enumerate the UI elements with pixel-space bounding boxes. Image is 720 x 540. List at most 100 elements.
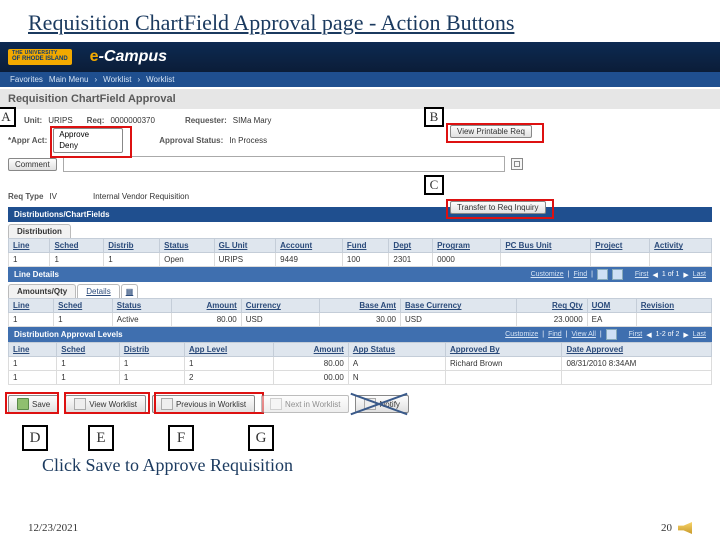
view-printable-button[interactable]: View Printable Req: [450, 125, 532, 138]
next-label: Next in Worklist: [285, 400, 340, 409]
col[interactable]: Distrib: [104, 239, 160, 253]
cell: 1: [54, 313, 113, 327]
ecampus-logo: e-Campus: [90, 48, 167, 66]
requester-label: Requester:: [185, 116, 227, 125]
col[interactable]: Base Currency: [401, 299, 517, 313]
tab-details[interactable]: Details: [77, 284, 119, 298]
tab-expand-icon[interactable]: ▦: [121, 284, 139, 298]
appr-bar-title: Distribution Approval Levels: [14, 330, 123, 339]
col[interactable]: Line: [9, 239, 50, 253]
first-link[interactable]: First: [635, 271, 649, 278]
expand-icon[interactable]: [511, 158, 523, 170]
redbox-e: [64, 392, 150, 414]
status-label: Approval Status:: [159, 136, 223, 145]
callout-c: C: [424, 175, 444, 195]
cell: 0000: [433, 253, 501, 267]
dist-tabs: Distribution: [8, 224, 712, 238]
col[interactable]: Fund: [342, 239, 389, 253]
cell: 1: [184, 357, 274, 371]
table-row: 111OpenURIPS944910023010000: [9, 253, 712, 267]
cell: 2301: [389, 253, 433, 267]
comment-button[interactable]: Comment: [8, 158, 57, 171]
col[interactable]: Distrib: [119, 343, 184, 357]
last-link[interactable]: Last: [693, 331, 706, 338]
cell: 1: [50, 253, 104, 267]
chevron-right-icon: ›: [137, 75, 140, 84]
col[interactable]: GL Unit: [214, 239, 275, 253]
col[interactable]: Currency: [241, 299, 319, 313]
col[interactable]: Revision: [636, 299, 711, 313]
cell: [562, 371, 712, 385]
col[interactable]: Program: [433, 239, 501, 253]
col[interactable]: Sched: [54, 299, 113, 313]
callout-d: D: [22, 425, 48, 451]
customize-link[interactable]: Customize: [505, 331, 538, 338]
col[interactable]: Sched: [50, 239, 104, 253]
cell: [591, 253, 650, 267]
col[interactable]: Amount: [274, 343, 348, 357]
col[interactable]: Line: [9, 343, 57, 357]
cell: 9449: [276, 253, 343, 267]
col[interactable]: UOM: [587, 299, 636, 313]
customize-link[interactable]: Customize: [531, 271, 564, 278]
first-link[interactable]: First: [629, 331, 643, 338]
col[interactable]: Dept: [389, 239, 433, 253]
cell: Richard Brown: [445, 357, 562, 371]
cell: 23.0000: [517, 313, 587, 327]
viewall-link[interactable]: View All: [572, 331, 596, 338]
col[interactable]: Amount: [172, 299, 242, 313]
content-area: A Unit: URIPS Req: 0000000370 Requester:…: [0, 109, 720, 389]
last-link[interactable]: Last: [693, 271, 706, 278]
col[interactable]: Sched: [57, 343, 120, 357]
find-link[interactable]: Find: [548, 331, 562, 338]
col[interactable]: Req Qty: [517, 299, 587, 313]
unit-label: Unit:: [24, 116, 42, 125]
next-icon: [270, 398, 282, 410]
download-icon[interactable]: [612, 269, 623, 280]
col[interactable]: Base Amt: [320, 299, 401, 313]
col[interactable]: App Level: [184, 343, 274, 357]
col[interactable]: Line: [9, 299, 54, 313]
cell: 1: [9, 313, 54, 327]
col[interactable]: PC Bus Unit: [501, 239, 591, 253]
reqtype-code: IV: [49, 192, 57, 201]
col[interactable]: Date Approved: [562, 343, 712, 357]
cell: 1: [9, 357, 57, 371]
transfer-button[interactable]: Transfer to Req Inquiry: [450, 201, 546, 214]
cell: 1: [104, 253, 160, 267]
col[interactable]: Status: [112, 299, 171, 313]
uri-logo-bottom: OF RHODE ISLAND: [12, 56, 68, 63]
line-bar-title: Line Details: [14, 270, 59, 279]
table-row: 11Active80.00USD30.00USD23.0000EA: [9, 313, 712, 327]
line-bar: Line Details Customize | Find | First ◀ …: [8, 267, 712, 282]
dist-tab[interactable]: Distribution: [8, 224, 71, 238]
line-table: LineSchedStatusAmountCurrencyBase AmtBas…: [8, 298, 712, 327]
cell: 1: [57, 371, 120, 385]
line-tabs: Amounts/Qty Details ▦: [8, 284, 712, 298]
comment-box[interactable]: [63, 156, 505, 172]
col[interactable]: Status: [160, 239, 214, 253]
cell: 00.00: [274, 371, 348, 385]
download-icon[interactable]: [606, 329, 617, 340]
fav-link[interactable]: Favorites: [10, 75, 43, 84]
worklist-link[interactable]: Worklist: [103, 75, 131, 84]
grid-icon[interactable]: [597, 269, 608, 280]
find-link[interactable]: Find: [574, 271, 588, 278]
col[interactable]: Approved By: [445, 343, 562, 357]
col[interactable]: Activity: [650, 239, 712, 253]
cell: 1: [9, 253, 50, 267]
col[interactable]: Project: [591, 239, 650, 253]
slide-footer: 12/23/2021 20: [0, 522, 720, 534]
cell: 100: [342, 253, 389, 267]
cell: 30.00: [320, 313, 401, 327]
main-menu-link[interactable]: Main Menu: [49, 75, 89, 84]
worklist-link-2[interactable]: Worklist: [146, 75, 174, 84]
cell: N: [348, 371, 445, 385]
dist-table: LineSchedDistribStatusGL UnitAccountFund…: [8, 238, 712, 267]
cell: 1: [9, 371, 57, 385]
col[interactable]: App Status: [348, 343, 445, 357]
cell: 1: [119, 357, 184, 371]
tab-amounts[interactable]: Amounts/Qty: [8, 284, 76, 298]
cell: USD: [241, 313, 319, 327]
col[interactable]: Account: [276, 239, 343, 253]
